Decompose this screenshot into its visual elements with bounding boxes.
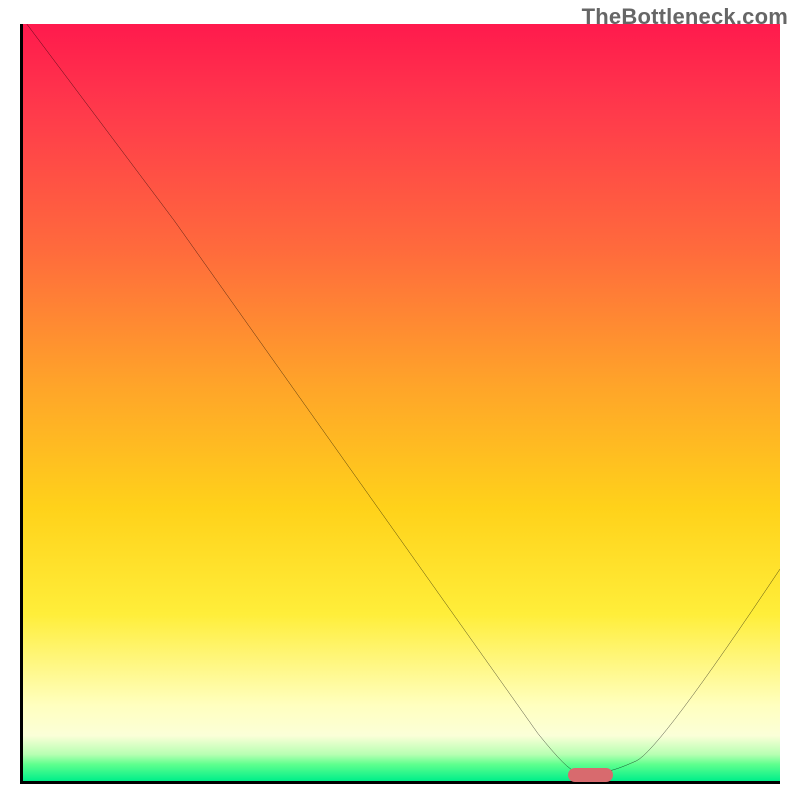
curve-path [27,24,780,771]
bottleneck-curve [23,24,780,781]
chart-root: TheBottleneck.com [0,0,800,800]
optimal-zone-marker [568,768,613,782]
plot-area [20,24,780,784]
